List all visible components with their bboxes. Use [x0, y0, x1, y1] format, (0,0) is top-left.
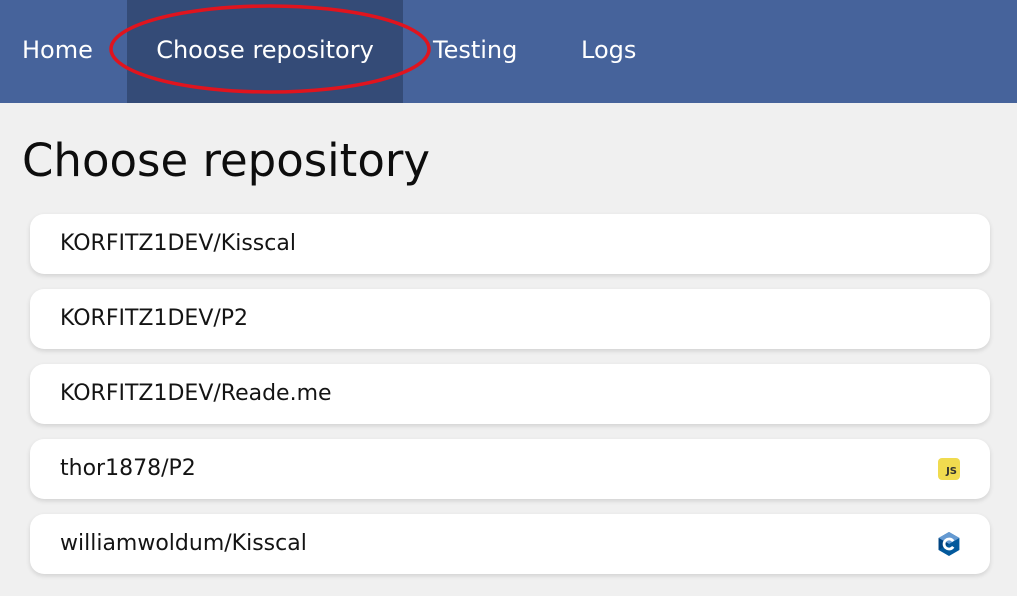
repository-item[interactable]: KORFITZ1DEV/Kisscal	[30, 214, 990, 274]
page-title: Choose repository	[22, 134, 430, 187]
repository-name: thor1878/P2	[60, 456, 196, 481]
repository-name: KORFITZ1DEV/Kisscal	[60, 231, 296, 256]
c-language-icon	[938, 532, 960, 556]
javascript-icon: JS	[938, 458, 960, 480]
repository-item[interactable]: KORFITZ1DEV/Reade.me	[30, 364, 990, 424]
nav-home[interactable]: Home	[0, 0, 127, 103]
top-navbar: Home Choose repository Testing Logs	[0, 0, 1017, 103]
repository-name: KORFITZ1DEV/P2	[60, 306, 249, 331]
repository-name: KORFITZ1DEV/Reade.me	[60, 381, 332, 406]
nav-choose-repository[interactable]: Choose repository	[127, 0, 403, 103]
repository-item[interactable]: williamwoldum/Kisscal	[30, 514, 990, 574]
repository-item[interactable]: thor1878/P2 JS	[30, 439, 990, 499]
nav-logs[interactable]: Logs	[581, 0, 636, 103]
repository-list: KORFITZ1DEV/Kisscal KORFITZ1DEV/P2 KORFI…	[30, 214, 990, 589]
repository-item[interactable]: KORFITZ1DEV/P2	[30, 289, 990, 349]
nav-testing[interactable]: Testing	[433, 0, 517, 103]
repository-name: williamwoldum/Kisscal	[60, 531, 307, 556]
